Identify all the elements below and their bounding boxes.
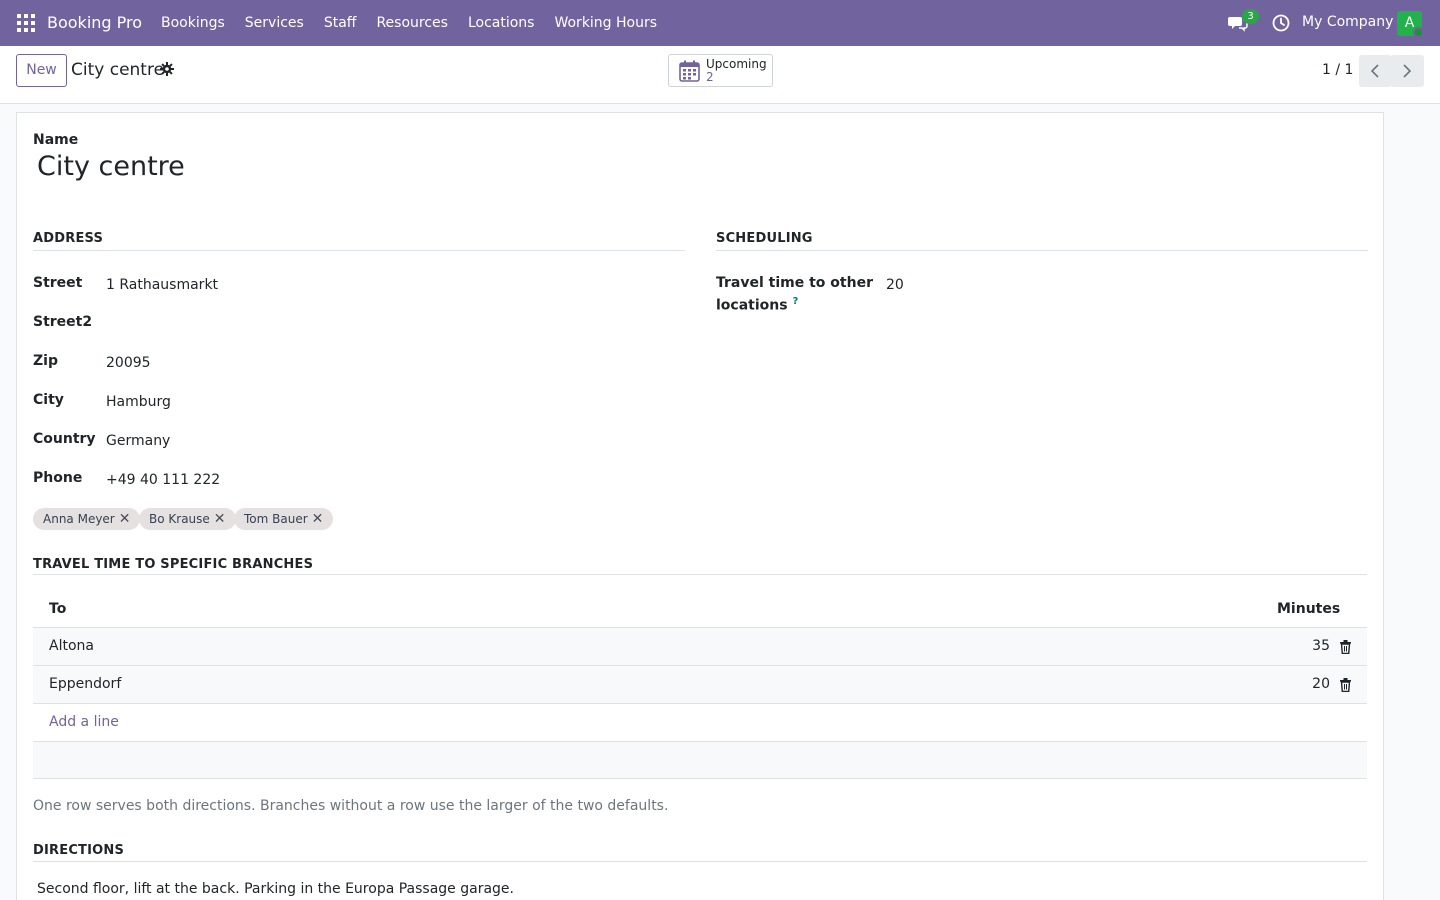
menu-item-resources[interactable]: Resources [366,0,458,46]
trash-icon[interactable] [1339,640,1352,655]
top-navbar: Booking Pro Bookings Services Staff Reso… [0,0,1440,46]
zip-input[interactable]: 20095 [106,355,151,371]
online-status-dot [1413,27,1424,38]
app-brand[interactable]: Booking Pro [47,13,142,32]
table-footer-row [33,741,1367,779]
address-heading: ADDRESS [33,231,104,246]
travel-section-heading: TRAVEL TIME TO SPECIFIC BRANCHES [33,557,314,572]
street-input[interactable]: 1 Rathausmarkt [106,277,218,293]
tag-remove-icon[interactable]: ✕ [214,508,226,530]
travel-time-input[interactable]: 20 [886,277,904,293]
help-tooltip-icon[interactable]: ? [792,296,798,307]
column-header-to[interactable]: To [49,601,66,617]
smart-button-value: 2 [706,70,714,84]
main-menu: Bookings Services Staff Resources Locati… [151,0,667,46]
app-grid-icon[interactable] [17,14,35,32]
travel-time-label-line2: locations ? [716,296,798,314]
staff-tag: Tom Bauer ✕ [234,508,334,530]
staff-tag-label: Tom Bauer [244,512,308,526]
add-line-row: Add a line [33,703,1367,741]
menu-item-staff[interactable]: Staff [314,0,367,46]
trash-icon[interactable] [1339,678,1352,693]
country-label: Country [33,431,96,447]
control-panel: New City centre Upcoming 2 1 / 1 [0,46,1440,104]
street-label: Street [33,275,83,291]
scheduling-divider [716,250,1368,251]
menu-item-locations[interactable]: Locations [458,0,545,46]
pager-value[interactable]: 1 / 1 [1322,62,1353,78]
row-to-cell[interactable]: Eppendorf [49,676,121,692]
travel-time-label-line1: Travel time to other [716,275,873,291]
directions-heading: DIRECTIONS [33,843,125,858]
directions-text[interactable]: Second floor, lift at the back. Parking … [37,881,514,897]
new-record-button[interactable]: New [16,54,67,87]
row-minutes-cell[interactable]: 35 [1312,638,1330,654]
staff-tag: Bo Krause ✕ [139,508,236,530]
staff-tag-label: Bo Krause [149,512,210,526]
travel-section-divider [33,574,1367,575]
menu-item-working-hours[interactable]: Working Hours [544,0,667,46]
city-input[interactable]: Hamburg [106,394,171,410]
pager-next-button[interactable] [1391,55,1424,87]
country-input[interactable]: Germany [106,433,170,449]
column-header-minutes[interactable]: Minutes [1277,601,1340,617]
tag-remove-icon[interactable]: ✕ [119,508,131,530]
upcoming-smart-button[interactable]: Upcoming 2 [668,54,773,87]
row-to-cell[interactable]: Altona [49,638,94,654]
menu-item-services[interactable]: Services [235,0,314,46]
messages-count-badge: 3 [1242,9,1259,24]
street2-label: Street2 [33,314,93,330]
form-sheet: Name City centre ADDRESS Street 1 Rathau… [16,112,1384,900]
street2-input[interactable] [106,316,406,334]
add-line-link[interactable]: Add a line [49,714,119,730]
staff-tag-label: Anna Meyer [43,512,115,526]
company-switcher[interactable]: My Company [1302,14,1393,30]
name-input[interactable]: City centre [37,151,185,182]
travel-time-label-text: locations [716,297,788,314]
gear-icon[interactable] [160,62,174,76]
chevron-left-icon [1370,64,1379,78]
chevron-right-icon [1403,64,1412,78]
staff-tag: Anna Meyer ✕ [33,508,141,530]
pager-previous-button[interactable] [1359,55,1392,87]
menu-item-bookings[interactable]: Bookings [151,0,235,46]
city-label: City [33,392,64,408]
table-row[interactable]: Eppendorf 20 [33,665,1367,703]
phone-label: Phone [33,470,83,486]
smart-button-label: Upcoming [706,57,767,71]
zip-label: Zip [33,353,58,369]
row-minutes-cell[interactable]: 20 [1312,676,1330,692]
breadcrumb-record-title: City centre [71,60,165,80]
address-divider [33,250,685,251]
tag-remove-icon[interactable]: ✕ [312,508,324,530]
phone-input[interactable]: +49 40 111 222 [106,472,220,488]
table-row[interactable]: Altona 35 [33,627,1367,665]
calendar-icon [679,60,700,82]
name-label: Name [33,132,79,148]
activity-clock-icon[interactable] [1272,14,1290,32]
travel-help-text: One row serves both directions. Branches… [33,798,669,814]
scheduling-heading: SCHEDULING [716,231,813,246]
directions-divider [33,861,1367,862]
